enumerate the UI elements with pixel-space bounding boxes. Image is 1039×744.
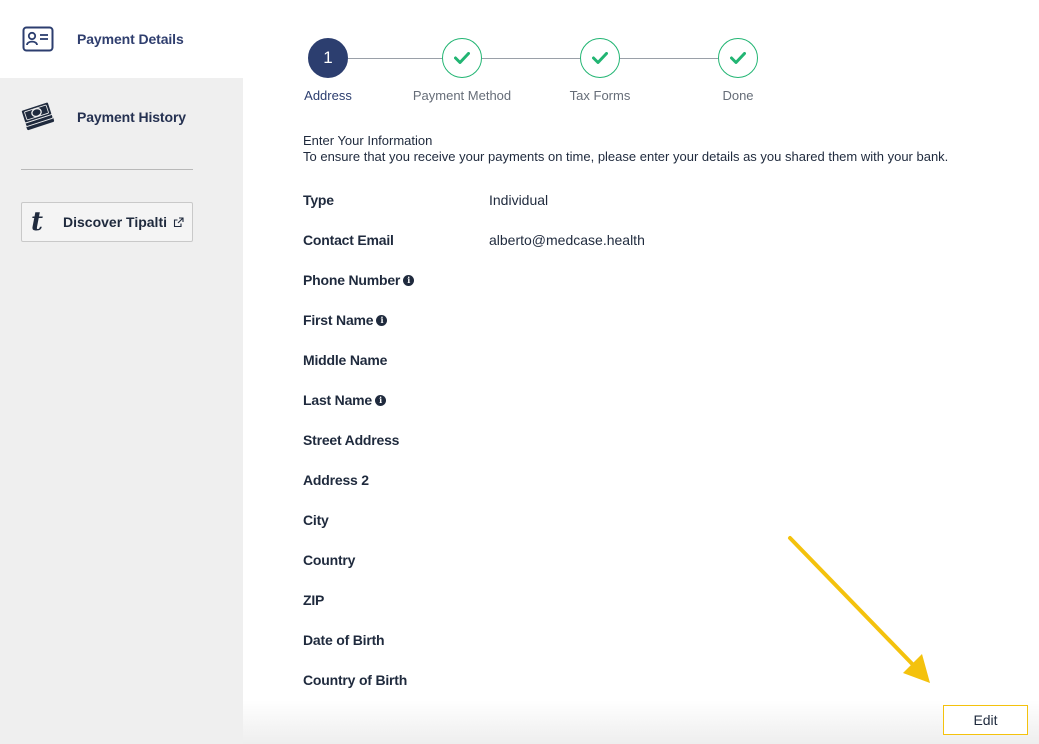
field-label-text: ZIP	[303, 592, 325, 608]
field-label: Address 2	[303, 472, 489, 488]
sidebar-divider	[21, 169, 193, 170]
tipalti-logo: t	[31, 207, 44, 237]
field-row: Street Address	[303, 430, 1003, 450]
checkmark-icon	[718, 38, 758, 78]
field-label: Last Name i	[303, 392, 489, 408]
field-label-text: First Name	[303, 312, 374, 328]
step-label: Done	[722, 88, 754, 103]
sidebar-item-label: Payment History	[77, 109, 186, 125]
form-heading: Enter Your Information	[303, 133, 433, 148]
bottom-shadow	[243, 700, 1039, 744]
external-link-icon	[173, 216, 184, 228]
field-row: Contact Email alberto@medcase.health	[303, 230, 1003, 250]
field-label-text: City	[303, 512, 329, 528]
field-row: Type Individual	[303, 190, 1003, 210]
field-label-text: Phone Number	[303, 272, 401, 288]
sidebar-item-payment-history[interactable]: Payment History	[0, 78, 243, 156]
field-label-text: Middle Name	[303, 352, 388, 368]
field-label: ZIP	[303, 592, 489, 608]
field-label-text: Country of Birth	[303, 672, 408, 688]
step-tax-forms[interactable]: Tax Forms	[570, 38, 630, 103]
info-icon[interactable]: i	[376, 314, 388, 326]
annotation-arrow-icon	[788, 536, 930, 683]
field-label: City	[303, 512, 489, 528]
step-connector	[620, 58, 718, 59]
progress-stepper: 1 Address Payment Method Tax Forms Done	[290, 38, 790, 118]
checkmark-icon	[442, 38, 482, 78]
id-card-icon	[20, 21, 56, 57]
discover-tipalti-link[interactable]: t Discover Tipalti	[21, 202, 193, 242]
edit-button[interactable]: Edit	[943, 705, 1028, 735]
sidebar-item-payment-details[interactable]: Payment Details	[0, 0, 243, 78]
field-label-text: Contact Email	[303, 232, 394, 248]
step-label: Tax Forms	[569, 88, 631, 103]
field-label: Street Address	[303, 432, 489, 448]
step-label: Payment Method	[412, 88, 512, 103]
step-address[interactable]: 1 Address	[304, 38, 352, 103]
field-label-text: Date of Birth	[303, 632, 385, 648]
field-label-text: Last Name	[303, 392, 373, 408]
field-label: Country	[303, 552, 489, 568]
field-label: Country of Birth	[303, 672, 489, 688]
form-description: To ensure that you receive your payments…	[303, 149, 949, 164]
field-label: First Name i	[303, 312, 489, 328]
sidebar: Payment Details Payment History t Discov…	[0, 0, 243, 744]
step-payment-method[interactable]: Payment Method	[413, 38, 511, 103]
step-connector	[482, 58, 580, 59]
field-row: First Name i	[303, 310, 1003, 330]
info-icon[interactable]: i	[375, 394, 387, 406]
field-label: Middle Name	[303, 352, 489, 368]
field-value: Individual	[489, 192, 549, 208]
discover-label: Discover Tipalti	[63, 214, 168, 230]
sidebar-item-label: Payment Details	[77, 31, 184, 47]
field-label-text: Street Address	[303, 432, 400, 448]
field-label: Date of Birth	[303, 632, 489, 648]
field-value: alberto@medcase.health	[489, 232, 645, 248]
field-label: Type	[303, 192, 489, 208]
field-row: Middle Name	[303, 350, 1003, 370]
field-row: Phone Number i	[303, 270, 1003, 290]
step-number-badge: 1	[308, 38, 348, 78]
field-label: Phone Number i	[303, 272, 489, 288]
form-intro: Enter Your Information To ensure that yo…	[303, 133, 948, 165]
checkmark-icon	[580, 38, 620, 78]
step-connector	[348, 58, 442, 59]
field-label-text: Type	[303, 192, 334, 208]
field-row: Last Name i	[303, 390, 1003, 410]
field-row: Address 2	[303, 470, 1003, 490]
money-stack-icon	[20, 99, 56, 135]
step-label: Address	[304, 88, 352, 103]
field-label-text: Country	[303, 552, 356, 568]
field-label-text: Address 2	[303, 472, 369, 488]
step-done[interactable]: Done	[718, 38, 758, 103]
field-row: City	[303, 510, 1003, 530]
info-icon[interactable]: i	[403, 274, 415, 286]
field-label: Contact Email	[303, 232, 489, 248]
